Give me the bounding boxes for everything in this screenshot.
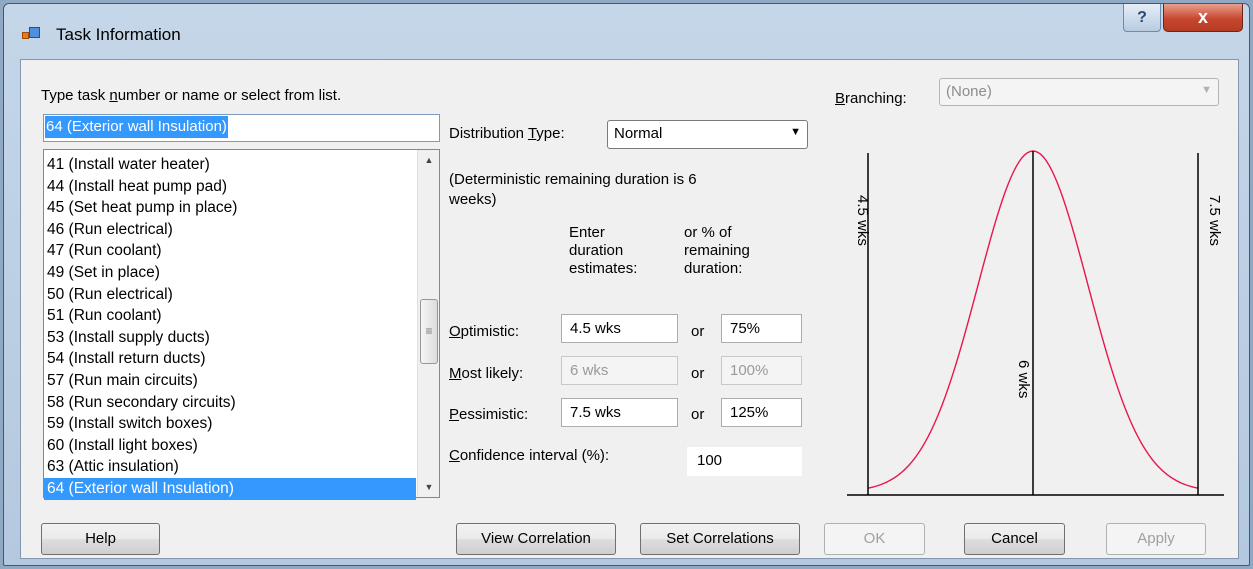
col-percent-header-1: or % of: [684, 224, 732, 241]
marker-label: 6 wks: [1015, 360, 1032, 398]
window-title: Task Information: [56, 25, 181, 44]
marker-label: 4.5 wks: [854, 195, 871, 246]
task-list-item[interactable]: 64 (Exterior wall Insulation): [44, 477, 416, 500]
task-list-item[interactable]: 54 (Install return ducts): [44, 348, 416, 370]
marker-label: 7.5 wks: [1206, 195, 1223, 246]
confidence-interval-label: Confidence interval (%):: [449, 447, 610, 464]
app-icon: [22, 26, 40, 44]
most-likely-or-label: or: [691, 365, 705, 382]
most-likely-duration-input[interactable]: 6 wks: [561, 356, 678, 385]
task-prompt-label: Type task number or name or select from …: [41, 87, 342, 104]
task-list-scrollbar[interactable]: ▲ ≡ ▼: [417, 150, 439, 497]
optimistic-duration-input[interactable]: 4.5 wks: [561, 314, 678, 343]
close-icon[interactable]: x: [1163, 4, 1243, 32]
pessimistic-label: Pessimistic:: [449, 406, 529, 423]
chevron-down-icon: ▼: [1201, 84, 1212, 96]
col-duration-header-1: Enter: [569, 224, 605, 241]
distribution-chart: 4.5 wks 6 wks 7.5 wks: [847, 150, 1224, 496]
confidence-interval-input[interactable]: 100: [687, 447, 802, 476]
most-likely-label: Most likely:: [449, 365, 524, 382]
task-list-item[interactable]: 45 (Set heat pump in place): [44, 197, 416, 219]
scroll-down-icon[interactable]: ▼: [418, 477, 440, 497]
task-list-item[interactable]: 57 (Run main circuits): [44, 370, 416, 392]
branching-select[interactable]: (None) ▼: [939, 78, 1219, 106]
ok-button[interactable]: OK: [824, 523, 925, 555]
task-list-item[interactable]: 63 (Attic insulation): [44, 456, 416, 478]
deterministic-note-line1: (Deterministic remaining duration is 6: [449, 171, 697, 188]
distribution-type-select[interactable]: Normal ▼: [607, 120, 808, 149]
task-list[interactable]: 41 (Install water heater) 44 (Install hea…: [43, 149, 440, 500]
deterministic-note-line2: weeks): [449, 191, 497, 208]
task-list-item[interactable]: 53 (Install supply ducts): [44, 327, 416, 349]
scroll-thumb[interactable]: ≡: [420, 299, 438, 364]
col-duration-header-3: estimates:: [569, 260, 638, 277]
cancel-button[interactable]: Cancel: [964, 523, 1065, 555]
task-list-item[interactable]: 47 (Run coolant): [44, 240, 416, 262]
col-duration-header-2: duration: [569, 242, 624, 259]
task-list-item[interactable]: 46 (Run electrical): [44, 219, 416, 241]
pessimistic-percent-input[interactable]: 125%: [721, 398, 802, 427]
pessimistic-or-label: or: [691, 406, 705, 423]
task-search-input[interactable]: 64 (Exterior wall Insulation): [43, 114, 440, 142]
help-button[interactable]: Help: [41, 523, 160, 555]
dialog-body: Type task number or name or select from …: [20, 59, 1239, 559]
optimistic-or-label: or: [691, 323, 705, 340]
optimistic-percent-input[interactable]: 75%: [721, 314, 802, 343]
task-list-item[interactable]: 50 (Run electrical): [44, 284, 416, 306]
task-list-item[interactable]: 44 (Install heat pump pad): [44, 176, 416, 198]
scroll-up-icon[interactable]: ▲: [418, 150, 440, 170]
task-list-item[interactable]: 58 (Run secondary circuits): [44, 392, 416, 414]
branching-label: Branching:: [835, 90, 907, 107]
view-correlation-button[interactable]: View Correlation: [456, 523, 616, 555]
task-list-items: 41 (Install water heater) 44 (Install hea…: [44, 154, 416, 500]
most-likely-percent-input[interactable]: 100%: [721, 356, 802, 385]
set-correlations-button[interactable]: Set Correlations: [640, 523, 800, 555]
chevron-down-icon: ▼: [790, 126, 801, 138]
branching-value: (None): [946, 83, 992, 100]
task-list-item[interactable]: 49 (Set in place): [44, 262, 416, 284]
task-list-item[interactable]: 60 (Install light boxes): [44, 435, 416, 457]
distribution-type-label: Distribution Type:: [449, 125, 565, 142]
col-percent-header-3: duration:: [684, 260, 743, 277]
apply-button[interactable]: Apply: [1106, 523, 1206, 555]
help-icon[interactable]: ?: [1123, 4, 1161, 32]
optimistic-label: Optimistic:: [449, 323, 520, 340]
task-list-item[interactable]: 41 (Install water heater): [44, 154, 416, 176]
task-information-window: Task Information ? x Type task number or…: [3, 3, 1250, 566]
task-list-item[interactable]: 59 (Install switch boxes): [44, 413, 416, 435]
task-list-item[interactable]: 51 (Run coolant): [44, 305, 416, 327]
col-percent-header-2: remaining: [684, 242, 750, 259]
title-bar[interactable]: Task Information ? x: [4, 4, 1249, 59]
pessimistic-duration-input[interactable]: 7.5 wks: [561, 398, 678, 427]
distribution-type-value: Normal: [614, 125, 663, 142]
task-input-value: 64 (Exterior wall Insulation): [45, 116, 228, 138]
